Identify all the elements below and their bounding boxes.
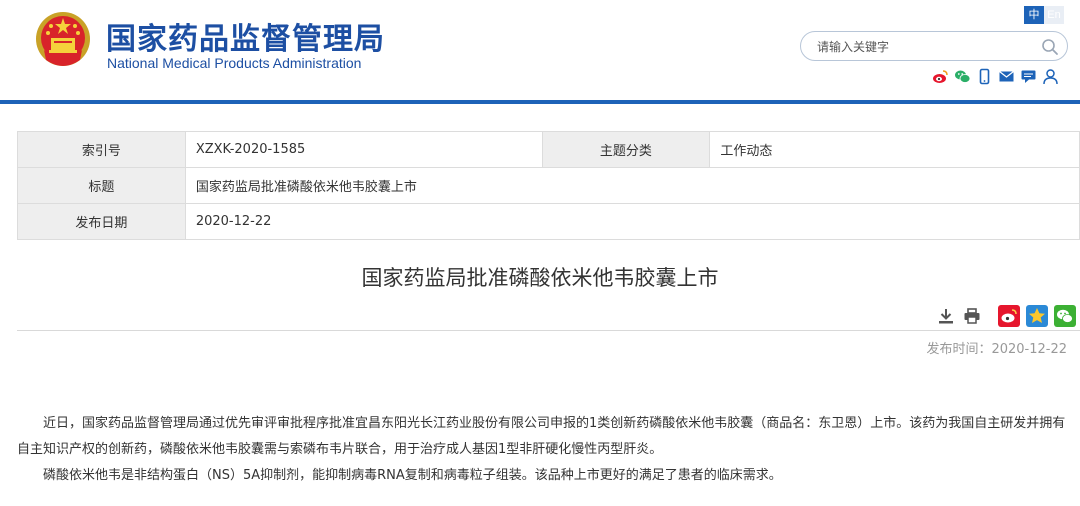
article-paragraph: 磷酸依米他韦是非结构蛋白（NS）5A抑制剂，能抑制病毒RNA复制和病毒粒子组装。…: [43, 468, 782, 483]
user-icon[interactable]: [1042, 68, 1059, 85]
table-row: 索引号 XZXK-2020-1585 主题分类 工作动态: [17, 131, 1080, 168]
site-header: 国家药品监督管理局 National Medical Products Admi…: [0, 0, 1080, 100]
publish-date-value: 2020-12-22: [184, 203, 1080, 240]
category-value: 工作动态: [709, 131, 1080, 168]
search-input[interactable]: [817, 37, 1027, 57]
header-divider: [0, 100, 1080, 104]
table-row: 发布日期 2020-12-22: [17, 203, 1080, 240]
article-paragraph: 近日，国家药品监督管理局通过优先审评审批程序批准宜昌东阳光长江药业股份有限公司申…: [17, 416, 1066, 457]
publish-time: 发布时间：2020-12-22: [926, 342, 1067, 357]
lang-en-button[interactable]: En: [1044, 6, 1064, 24]
site-title-english[interactable]: National Medical Products Administration: [107, 55, 361, 71]
search-box: [800, 31, 1068, 61]
document-info-table: 索引号 XZXK-2020-1585 主题分类 工作动态 标题 国家药监局批准磷…: [17, 131, 1080, 240]
download-icon[interactable]: [936, 306, 956, 326]
lang-zh-button[interactable]: 中: [1024, 6, 1044, 24]
language-switch: 中 En: [1024, 6, 1064, 24]
table-row: 标题 国家药监局批准磷酸依米他韦胶囊上市: [17, 167, 1080, 204]
national-emblem-icon[interactable]: [34, 10, 92, 70]
weibo-icon[interactable]: [932, 68, 949, 85]
index-number-value: XZXK-2020-1585: [184, 131, 543, 168]
category-label: 主题分类: [541, 131, 711, 168]
share-qzone-icon[interactable]: [1026, 305, 1048, 327]
share-wechat-icon[interactable]: [1054, 305, 1076, 327]
print-icon[interactable]: [962, 306, 982, 326]
message-icon[interactable]: [1020, 68, 1037, 85]
wechat-icon[interactable]: [954, 68, 971, 85]
article-divider: [17, 330, 1080, 331]
article-title: 国家药监局批准磷酸依米他韦胶囊上市: [361, 266, 719, 290]
social-links: [932, 67, 1059, 85]
site-title-chinese[interactable]: 国家药品监督管理局: [106, 14, 385, 58]
mobile-icon[interactable]: [976, 68, 993, 85]
publish-date-label: 发布日期: [17, 203, 186, 240]
mail-icon[interactable]: [998, 68, 1015, 85]
index-number-label: 索引号: [17, 131, 186, 168]
search-icon[interactable]: [1041, 38, 1059, 56]
article-tools: [936, 305, 1076, 327]
title-value: 国家药监局批准磷酸依米他韦胶囊上市: [184, 167, 1080, 204]
article-body: 近日，国家药品监督管理局通过优先审评审批程序批准宜昌东阳光长江药业股份有限公司申…: [17, 411, 1072, 489]
title-label: 标题: [17, 167, 186, 204]
share-weibo-icon[interactable]: [998, 305, 1020, 327]
